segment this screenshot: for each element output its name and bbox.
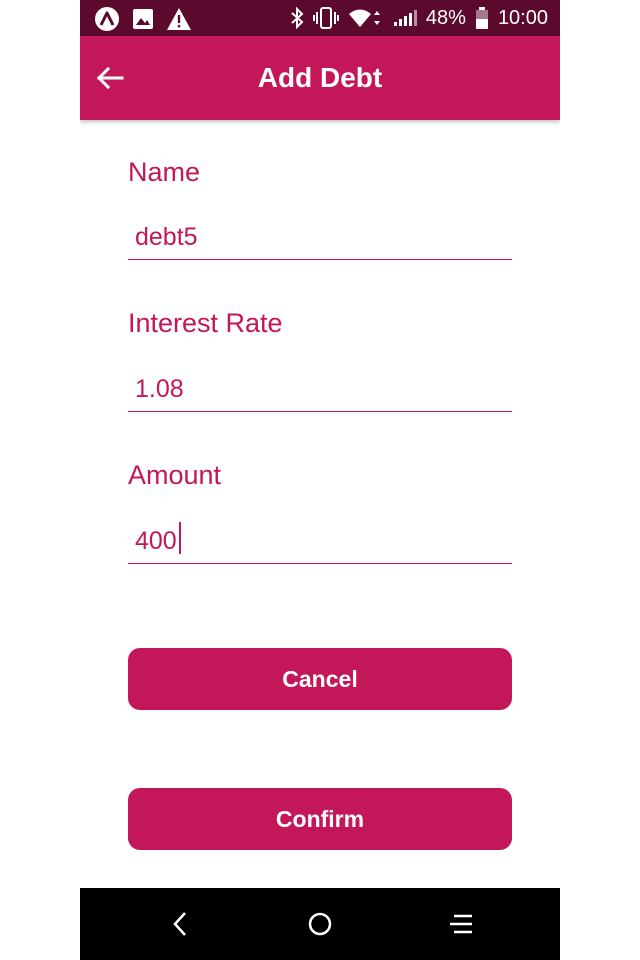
cancel-button[interactable]: Cancel [128,648,512,710]
vibrate-icon [312,7,339,29]
name-label: Name [128,157,201,187]
signal-icon [393,9,417,27]
nav-menu-button[interactable] [443,906,479,942]
name-input[interactable] [128,216,512,260]
interest-rate-label: Interest Rate [128,308,283,338]
navigation-bar [80,888,560,960]
nav-back-button[interactable] [162,906,198,942]
app-logo-icon [94,6,120,32]
battery-icon [475,7,489,29]
status-time: 10:00 [497,6,548,29]
nav-home-button[interactable] [302,906,338,942]
bluetooth-icon [290,7,304,29]
interest-rate-input[interactable] [128,368,512,412]
battery-percent: 48% [425,6,466,29]
status-bar: 48% 10:00 [80,0,560,36]
text-cursor [179,522,181,554]
warning-icon [166,7,192,31]
amount-label: Amount [128,460,222,490]
nav-home-icon [308,912,332,936]
nav-back-icon [173,912,186,936]
page-title: Add Debt [257,62,383,93]
image-icon [132,8,154,30]
amount-input[interactable] [128,520,512,564]
confirm-button[interactable]: Confirm [128,788,512,850]
phone-screen: 48% 10:00 Add Debt Name Interest Rate Am… [80,0,560,960]
app-bar: Add Debt [80,36,560,120]
nav-menu-icon [450,914,472,934]
wifi-icon [348,8,384,28]
